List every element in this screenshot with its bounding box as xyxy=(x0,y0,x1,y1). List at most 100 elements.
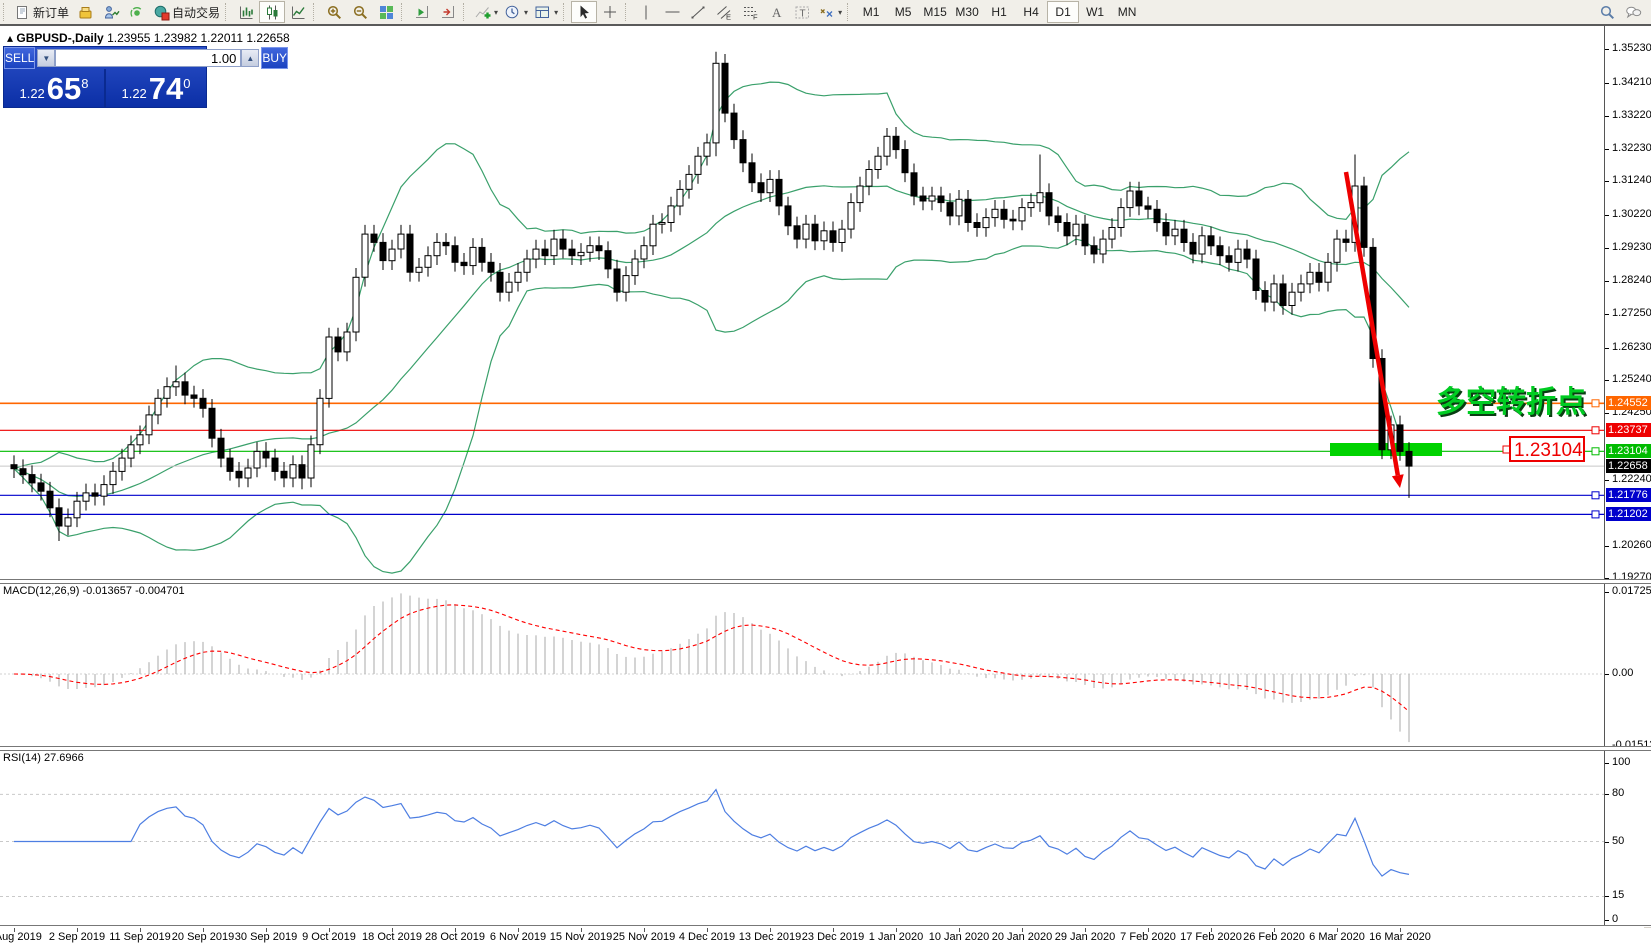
crosshair-button[interactable] xyxy=(597,1,623,23)
rsi-timeaxis-splitter[interactable] xyxy=(0,925,1651,927)
new-order-button[interactable]: 新订单 xyxy=(11,1,72,23)
autotrade-button[interactable]: 自动交易 xyxy=(150,1,223,23)
periods-button[interactable]: ▾ xyxy=(501,1,531,23)
tile-windows-button[interactable] xyxy=(373,1,399,23)
line-anchor-square[interactable] xyxy=(1592,427,1599,434)
bollinger-lower-band[interactable] xyxy=(14,239,1409,573)
macd-rsi-splitter[interactable] xyxy=(0,746,1651,751)
candle-body xyxy=(884,136,890,156)
rsi-scale-label: 0 xyxy=(1612,913,1618,925)
line-anchor-square[interactable] xyxy=(1592,492,1599,499)
tf-m1-button[interactable]: M1 xyxy=(855,1,887,23)
zoom-out-button[interactable] xyxy=(347,1,373,23)
tf-m30-button[interactable]: M30 xyxy=(951,1,983,23)
volume-stepper: ▼ ▲ xyxy=(37,49,259,67)
text-button[interactable]: A xyxy=(763,1,789,23)
tf-d1-button[interactable]: D1 xyxy=(1047,1,1079,23)
trendline-button[interactable] xyxy=(685,1,711,23)
axis-tick xyxy=(1605,49,1609,50)
tf-m5-button[interactable]: M5 xyxy=(887,1,919,23)
price-tick-label: 1.20260 xyxy=(1612,539,1651,551)
candle-body xyxy=(668,206,674,223)
bars-glyph xyxy=(238,4,255,21)
price-level-label-1.24552: 1.24552 xyxy=(1606,396,1651,410)
bollinger-upper-band[interactable] xyxy=(14,82,1409,469)
arrows-button[interactable]: ▾ xyxy=(815,1,845,23)
market-watch-button[interactable] xyxy=(98,1,124,23)
textbox-glyph: T xyxy=(794,4,811,21)
macd-scale-label: 0.00 xyxy=(1612,667,1633,679)
time-axis[interactable]: 3 Aug 20192 Sep 201911 Sep 201920 Sep 20… xyxy=(0,928,1651,945)
tf-h4-button[interactable]: H4 xyxy=(1015,1,1047,23)
candle-body xyxy=(1127,191,1133,208)
tf-h1-button[interactable]: H1 xyxy=(983,1,1015,23)
buy-button[interactable]: BUY xyxy=(261,47,288,69)
cursor-glyph xyxy=(576,4,593,21)
signal-button[interactable] xyxy=(124,1,150,23)
fibonacci-button[interactable]: F xyxy=(737,1,763,23)
line-anchor-square[interactable] xyxy=(1592,511,1599,518)
text-label-button[interactable]: T xyxy=(789,1,815,23)
channel-button[interactable]: E xyxy=(711,1,737,23)
date-label: 17 Feb 2020 xyxy=(1180,931,1242,943)
autoscroll-glyph xyxy=(414,4,431,21)
auto-scroll-button[interactable] xyxy=(409,1,435,23)
macd-scale-label: 0.017252 xyxy=(1612,585,1651,597)
main-macd-splitter[interactable] xyxy=(0,579,1651,584)
package-icon-button[interactable] xyxy=(72,1,98,23)
sell-button[interactable]: SELL xyxy=(4,47,35,69)
chat-button[interactable] xyxy=(1620,1,1646,23)
buy-price[interactable]: 1.22 74 0 xyxy=(106,69,206,107)
search-button[interactable] xyxy=(1594,1,1620,23)
date-label: 10 Jan 2020 xyxy=(929,931,990,943)
candle-body xyxy=(1181,229,1187,242)
rsi-panel-canvas[interactable] xyxy=(0,750,1604,927)
toolbar-group-grip xyxy=(313,3,317,21)
candle-body xyxy=(380,242,386,260)
turning-point-text[interactable]: 多空转折点 xyxy=(1436,386,1586,419)
line-chart-button[interactable] xyxy=(285,1,311,23)
hline-glyph xyxy=(664,4,681,21)
vertical-line-button[interactable] xyxy=(633,1,659,23)
candle-body xyxy=(1154,209,1160,222)
price-axis[interactable]: 1.352301.342101.332201.322301.312401.302… xyxy=(1604,26,1651,927)
bar-chart-button[interactable] xyxy=(233,1,259,23)
volume-decrease-button[interactable]: ▼ xyxy=(37,49,55,67)
tf-m15-button[interactable]: M15 xyxy=(919,1,951,23)
indicators-button[interactable]: ▾ xyxy=(471,1,501,23)
horizontal-line-button[interactable] xyxy=(659,1,685,23)
sell-price[interactable]: 1.22 65 8 xyxy=(4,69,104,107)
macd-panel-canvas[interactable] xyxy=(0,583,1604,747)
price-chart-canvas[interactable]: 多空转折点多空转折点1.23104 xyxy=(0,28,1604,581)
candle-chart-button[interactable] xyxy=(259,1,285,23)
tf-m1-button-label: M1 xyxy=(863,5,880,19)
candle-body xyxy=(686,174,692,189)
candle-body xyxy=(353,277,359,332)
zoom-in-button[interactable] xyxy=(321,1,347,23)
line-anchor-square[interactable] xyxy=(1592,448,1599,455)
chart-shift-button[interactable] xyxy=(435,1,461,23)
green-highlight-rectangle[interactable] xyxy=(1330,443,1442,456)
tf-d1-button-label: D1 xyxy=(1055,5,1070,19)
tf-mn-button[interactable]: MN xyxy=(1111,1,1143,23)
axis-tick xyxy=(1605,348,1609,349)
svg-text:T: T xyxy=(799,8,805,19)
svg-text:E: E xyxy=(726,12,731,21)
templates-button[interactable]: ▾ xyxy=(531,1,561,23)
axis-tick xyxy=(1605,215,1609,216)
line-anchor-square[interactable] xyxy=(1592,400,1599,407)
volume-increase-button[interactable]: ▲ xyxy=(241,49,259,67)
candle-body xyxy=(623,276,629,293)
cursor-button[interactable] xyxy=(571,1,597,23)
volume-input[interactable] xyxy=(55,49,241,67)
tf-h1-button-label: H1 xyxy=(991,5,1006,19)
candle-body xyxy=(749,163,755,183)
candle-body xyxy=(47,491,53,508)
tf-m30-button-label: M30 xyxy=(955,5,978,19)
toolbar: 新订单自动交易▾▾▾EFAT▾M1M5M15M30H1H4D1W1MN xyxy=(0,0,1651,26)
tf-w1-button[interactable]: W1 xyxy=(1079,1,1111,23)
collapse-panel-icon[interactable]: ▴ xyxy=(7,31,13,45)
date-label: 3 Aug 2019 xyxy=(0,931,42,943)
candle-body xyxy=(1217,246,1223,256)
candle-body xyxy=(227,458,233,471)
